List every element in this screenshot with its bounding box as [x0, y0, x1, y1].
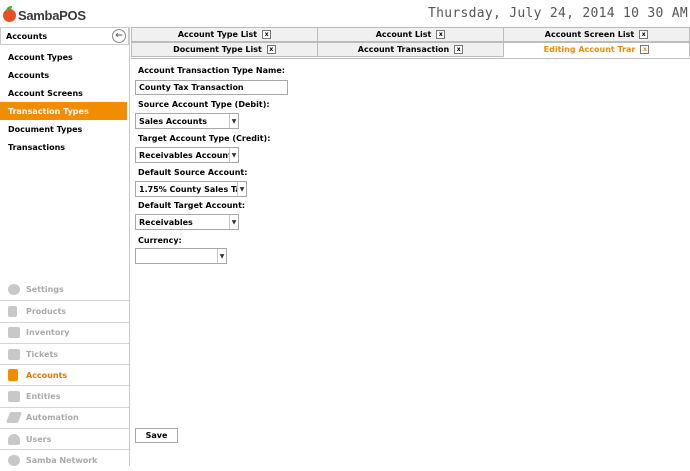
source-account-type-label: Source Account Type (Debit): [138, 100, 270, 109]
source-account-type-select[interactable]: Sales Accounts ▼ [135, 113, 239, 129]
sidebar-item-account-types[interactable]: Account Types [0, 48, 129, 66]
tab-account-list-label: Account List [375, 30, 432, 39]
document-tabs: Account Type List x Account List x Accou… [131, 27, 690, 58]
sidebar-item-transaction-types[interactable]: Transaction Types [0, 102, 127, 120]
nav-users-label: Users [26, 434, 52, 444]
nav-products[interactable]: Products [0, 300, 129, 321]
logo-text: SambaPOS [18, 7, 86, 23]
tickets-icon [8, 348, 20, 360]
target-account-type-select[interactable]: Receivables Accounts ▼ [135, 147, 239, 163]
close-icon[interactable]: x [639, 30, 649, 39]
chevron-down-icon[interactable]: ▼ [229, 148, 238, 162]
target-account-type-value: Receivables Accounts [139, 150, 229, 160]
tab-account-screen-list-label: Account Screen List [544, 30, 635, 39]
close-icon[interactable]: x [262, 30, 272, 39]
nav-products-label: Products [26, 306, 67, 316]
sidebar-item-document-types[interactable]: Document Types [0, 120, 129, 138]
default-source-account-select[interactable]: 1.75% County Sales Tax ▼ [135, 181, 247, 197]
nav-settings-label: Settings [26, 285, 64, 295]
nav-accounts[interactable]: Accounts [0, 364, 129, 385]
calculator-icon [8, 369, 18, 382]
gear-icon [8, 284, 20, 296]
sidebar: Accounts ← Account Types Accounts Accoun… [0, 27, 130, 467]
tab-document-type-list[interactable]: Document Type List x [131, 42, 318, 57]
datetime-display: Thursday, July 24, 2014 10 30 AM [427, 6, 688, 21]
tab-account-list[interactable]: Account List x [317, 27, 504, 42]
tab-account-transaction[interactable]: Account Transaction x [317, 42, 504, 57]
close-icon[interactable]: x [266, 45, 276, 54]
inventory-icon [8, 327, 20, 339]
currency-label: Currency: [138, 236, 182, 245]
default-target-account-value: Receivables [139, 217, 193, 227]
name-label: Account Transaction Type Name: [138, 66, 285, 75]
tab-editing-account-transaction-label: Editing Account Trar [543, 45, 636, 54]
nav-users[interactable]: Users [0, 428, 129, 449]
main-navigation: Settings Products Inventory Tickets Acco… [0, 279, 129, 471]
nav-tickets[interactable]: Tickets [0, 342, 129, 364]
nav-inventory[interactable]: Inventory [0, 321, 129, 343]
title-bar: SambaPOS Thursday, July 24, 2014 10 30 A… [0, 0, 690, 27]
user-icon [8, 433, 20, 445]
sidebar-item-transactions[interactable]: Transactions [0, 138, 129, 156]
sidebar-header-label: Accounts [6, 31, 48, 41]
cup-icon [8, 305, 17, 317]
chevron-down-icon[interactable]: ▼ [229, 114, 238, 128]
default-target-account-select[interactable]: Receivables ▼ [135, 214, 239, 230]
chevron-down-icon[interactable]: ▼ [229, 215, 238, 229]
sidebar-item-accounts[interactable]: Accounts [0, 66, 129, 84]
chevron-down-icon[interactable]: ▼ [237, 182, 246, 196]
nav-entities[interactable]: Entities [0, 385, 129, 406]
chevron-down-icon[interactable]: ▼ [217, 249, 226, 263]
sambapos-logo-icon [3, 5, 16, 22]
name-input[interactable]: County Tax Transaction [135, 80, 288, 95]
nav-tickets-label: Tickets [26, 349, 59, 359]
network-icon [8, 455, 20, 467]
nav-samba-network[interactable]: Samba Network [0, 449, 129, 470]
close-icon[interactable]: x [454, 45, 464, 54]
save-button[interactable]: Save [135, 428, 178, 443]
nav-samba-network-label: Samba Network [26, 456, 98, 466]
sidebar-header: Accounts ← [0, 27, 129, 45]
target-account-type-label: Target Account Type (Credit): [138, 134, 271, 143]
nav-accounts-label: Accounts [26, 370, 68, 380]
tab-account-transaction-label: Account Transaction [357, 45, 450, 54]
wrench-icon [5, 412, 23, 424]
nav-automation[interactable]: Automation [0, 406, 129, 428]
tab-account-type-list-label: Account Type List [177, 30, 258, 39]
currency-select[interactable]: ▼ [135, 248, 227, 264]
tab-editing-account-transaction[interactable]: Editing Account Trar x [503, 42, 690, 58]
tab-account-screen-list[interactable]: Account Screen List x [503, 27, 690, 42]
entities-icon [8, 391, 20, 403]
tab-document-type-list-label: Document Type List [173, 45, 262, 54]
sambapos-logo: SambaPOS [3, 5, 86, 24]
back-arrow-icon[interactable]: ← [112, 29, 126, 43]
nav-inventory-label: Inventory [26, 328, 70, 338]
close-icon[interactable]: x [436, 30, 446, 39]
nav-automation-label: Automation [26, 413, 79, 423]
accounts-menu: Account Types Accounts Account Screens T… [0, 48, 129, 156]
default-source-account-value: 1.75% County Sales Tax [139, 184, 237, 194]
tab-account-type-list[interactable]: Account Type List x [131, 27, 318, 42]
edit-form: Account Transaction Type Name: County Ta… [131, 58, 690, 466]
default-target-account-label: Default Target Account: [138, 201, 246, 210]
nav-settings[interactable]: Settings [0, 279, 129, 300]
nav-entities-label: Entities [26, 392, 61, 402]
close-icon[interactable]: x [640, 45, 650, 54]
source-account-type-value: Sales Accounts [139, 116, 208, 126]
sidebar-item-account-screens[interactable]: Account Screens [0, 84, 129, 102]
default-source-account-label: Default Source Account: [138, 168, 248, 177]
